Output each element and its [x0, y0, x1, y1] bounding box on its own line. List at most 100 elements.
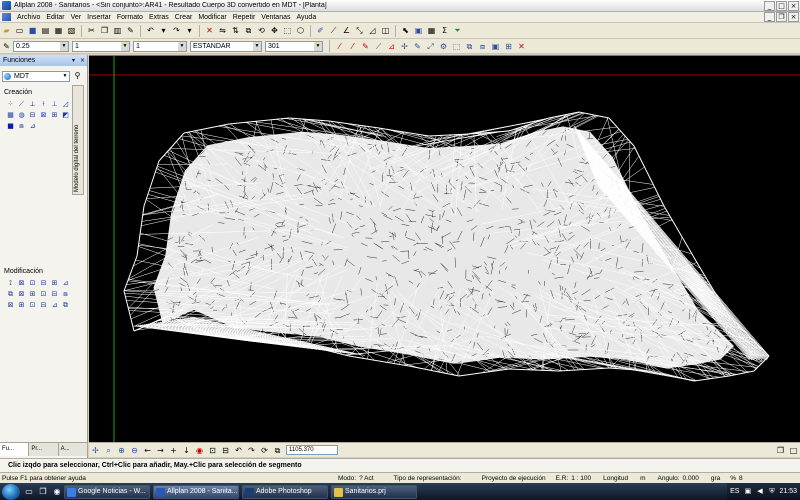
reference-icon[interactable]: ⊿ — [386, 41, 397, 52]
mesh-tool-icon[interactable]: ⧈ — [17, 122, 26, 131]
split-icon[interactable]: ⊠ — [6, 301, 15, 310]
copy-mdt-icon[interactable]: ⊞ — [17, 301, 26, 310]
redo-icon[interactable]: ↷ — [171, 25, 182, 36]
zoom-window-icon[interactable]: ⌕ — [103, 445, 114, 456]
convert-icon[interactable]: ⊡ — [28, 301, 37, 310]
open-folder-icon[interactable]: ▰ — [1, 25, 12, 36]
ungroup-icon[interactable]: ⧈ — [477, 41, 488, 52]
move-point-icon[interactable]: ⊡ — [39, 290, 48, 299]
modify-mesh-icon[interactable]: ⊠ — [17, 279, 26, 288]
pen-thickness-select[interactable]: 0.25 ▼ — [13, 40, 69, 52]
zoom-scale-field[interactable]: 1105.370 — [286, 445, 338, 455]
module-select[interactable]: MDT ▼ — [2, 71, 70, 82]
redraw-icon[interactable]: ⟳ — [259, 445, 270, 456]
print-icon[interactable]: ▤ — [40, 25, 51, 36]
smooth-icon[interactable]: ⊟ — [50, 290, 59, 299]
layer-select[interactable]: ESTANDAR ▼ — [190, 40, 262, 52]
report-icon[interactable]: ⧉ — [61, 301, 70, 310]
representation-value[interactable]: Proyecto de ejecución — [482, 475, 546, 482]
menu-archivo[interactable]: Archivo — [14, 14, 43, 21]
contour-tool-icon[interactable]: ◍ — [17, 111, 26, 120]
rotate-right-icon[interactable]: ↷ — [246, 445, 257, 456]
polyline-tool-icon[interactable]: ⟂ — [28, 100, 37, 109]
slope-tool-icon[interactable]: ◩ — [61, 111, 70, 120]
window-icon[interactable]: ⊞ — [503, 41, 514, 52]
layer-icon[interactable]: ◫ — [380, 25, 391, 36]
chevron-down-icon[interactable]: ▼ — [60, 41, 68, 51]
save-icon[interactable]: ■ — [27, 25, 38, 36]
modify-boundary-icon[interactable]: ⊞ — [50, 279, 59, 288]
calculator-icon[interactable]: ▦ — [426, 25, 437, 36]
edit-text-icon[interactable]: ✎ — [412, 41, 423, 52]
delete-icon[interactable]: ✕ — [204, 25, 215, 36]
layer-view-icon[interactable]: ▣ — [490, 41, 501, 52]
attribute-icon[interactable]: ⚙ — [438, 41, 449, 52]
save-view-icon[interactable]: ⊟ — [220, 445, 231, 456]
menu-editar[interactable]: Editar — [43, 14, 67, 21]
viewport-restore-icon[interactable]: ❐ — [775, 445, 786, 456]
measure-icon[interactable]: ⟋ — [328, 25, 339, 36]
triangulate-tool-icon[interactable]: ⊿ — [28, 122, 37, 131]
menu-ayuda[interactable]: Ayuda — [294, 14, 320, 21]
select-icon[interactable]: ⬉ — [400, 25, 411, 36]
mirror-icon[interactable]: ⇅ — [230, 25, 241, 36]
attribute-mdt-icon[interactable]: ⊟ — [39, 301, 48, 310]
menu-repetir[interactable]: Repetir — [230, 14, 259, 21]
point-tool-icon[interactable]: ⁘ — [6, 100, 15, 109]
volume-tool-icon[interactable]: ⊞ — [50, 111, 59, 120]
pan-left-icon[interactable]: ← — [142, 445, 153, 456]
cut-icon[interactable]: ✂ — [86, 25, 97, 36]
eyedropper-icon[interactable]: ✐ — [315, 25, 326, 36]
insert-point-icon[interactable]: ⊞ — [28, 290, 37, 299]
language-indicator[interactable]: ES — [730, 488, 739, 495]
minimize-button[interactable]: _ — [764, 0, 775, 11]
menu-extras[interactable]: Extras — [146, 14, 172, 21]
segment-icon[interactable]: ⟋ — [373, 41, 384, 52]
modify-height-icon[interactable]: ⊟ — [39, 279, 48, 288]
angle-icon[interactable]: ∠ — [341, 25, 352, 36]
switch-windows-icon[interactable]: ❐ — [38, 487, 48, 497]
show-desktop-icon[interactable]: ▭ — [24, 487, 34, 497]
rotate-icon[interactable]: ⟲ — [256, 25, 267, 36]
menu-formato[interactable]: Formato — [114, 14, 146, 21]
binoculars-icon[interactable]: ⚲ — [72, 71, 83, 82]
pen-property-icon[interactable]: ⁄ — [334, 41, 345, 52]
delete-point-icon[interactable]: ⊠ — [17, 290, 26, 299]
format-painter-icon[interactable]: ✎ — [125, 25, 136, 36]
boundary-tool-icon[interactable]: ⊥ — [50, 100, 59, 109]
taskbar-button-google-noticias[interactable]: Google Noticias - W... — [64, 484, 150, 499]
zoom-in-icon[interactable]: ⊕ — [116, 445, 127, 456]
element-info-icon[interactable]: ⬚ — [451, 41, 462, 52]
panel-close-icon[interactable]: × — [78, 55, 87, 66]
length-unit[interactable]: m — [640, 475, 645, 482]
browser-icon[interactable]: ◉ — [52, 487, 62, 497]
close-button[interactable]: × — [788, 0, 799, 11]
move-icon[interactable]: ✥ — [269, 25, 280, 36]
project-icon[interactable]: ▣ — [413, 25, 424, 36]
zoom-out-icon[interactable]: ⊖ — [129, 445, 140, 456]
flip-icon[interactable]: ⇋ — [217, 25, 228, 36]
start-button[interactable] — [2, 483, 20, 500]
copy-icon[interactable]: ❐ — [99, 25, 110, 36]
solid-tool-icon[interactable]: ■ — [6, 122, 15, 131]
copy-element-icon[interactable]: ⧉ — [243, 25, 254, 36]
doc-minimize-button[interactable]: _ — [764, 12, 775, 22]
network-icon[interactable]: ▣ — [743, 487, 752, 496]
swap-edge-icon[interactable]: ⧉ — [6, 290, 15, 299]
modify-point-icon[interactable]: ⟟ — [6, 279, 15, 288]
plot-icon[interactable]: ▧ — [66, 25, 77, 36]
filter-icon[interactable]: ⏷ — [452, 25, 463, 36]
chevron-down-icon[interactable]: ▼ — [61, 72, 69, 81]
paste-icon[interactable]: ▥ — [112, 25, 123, 36]
maximize-button[interactable]: □ — [776, 0, 787, 11]
break-line-tool-icon[interactable]: ⟊ — [39, 100, 48, 109]
area-icon[interactable]: ◿ — [367, 25, 378, 36]
menu-ventanas[interactable]: Ventanas — [258, 14, 293, 21]
close-icon[interactable]: ✕ — [516, 41, 527, 52]
doc-close-button[interactable]: × — [788, 12, 799, 22]
distance-icon[interactable]: ⤡ — [354, 25, 365, 36]
check-icon[interactable]: ⊿ — [50, 301, 59, 310]
angle-unit[interactable]: gra — [711, 475, 720, 482]
chevron-down-icon[interactable]: ▼ — [253, 41, 261, 51]
group-icon[interactable]: ⧉ — [464, 41, 475, 52]
